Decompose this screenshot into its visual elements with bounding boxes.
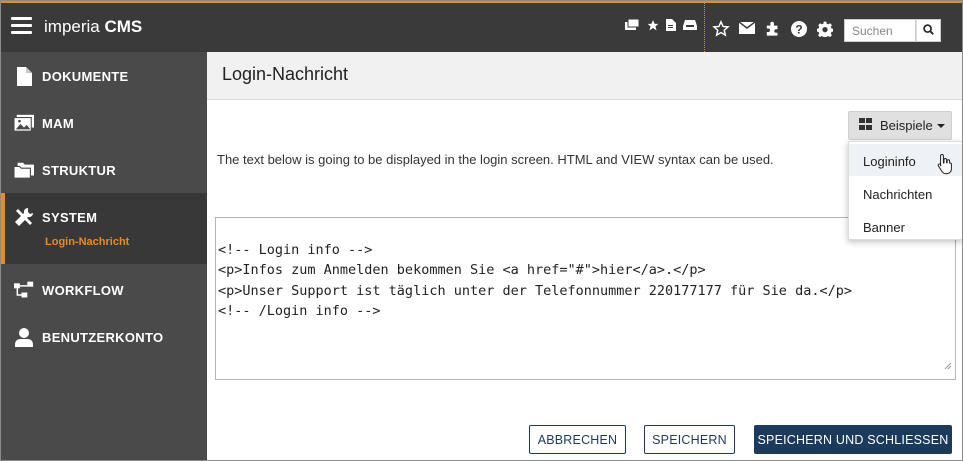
editor-line: <p>Infos zum Anmelden bekommen Sie <a hr… <box>218 262 706 279</box>
editor-line: <p>Unser Support ist täglich unter der T… <box>218 282 852 299</box>
sidebar-item-label: BENUTZERKONTO <box>42 330 164 345</box>
tools-icon <box>14 207 34 227</box>
menu-icon[interactable] <box>11 17 32 35</box>
document-icon <box>14 66 34 86</box>
user-icon <box>14 327 34 347</box>
sidebar-item-label: DOKUMENTE <box>42 69 129 84</box>
resize-handle-icon[interactable] <box>944 356 952 376</box>
sidebar-item-label: SYSTEM <box>42 210 98 225</box>
page-header: Login-Nachricht <box>207 52 962 100</box>
folders-icon[interactable] <box>625 19 639 31</box>
folder-icon <box>14 160 34 180</box>
description-text: The text below is going to be displayed … <box>217 152 774 167</box>
workflow-icon <box>14 280 34 300</box>
star-outline-icon[interactable] <box>712 20 730 37</box>
save-button[interactable]: SPEICHERN <box>644 425 735 454</box>
active-section-highlight <box>1 193 207 264</box>
examples-button-label: Beispiele <box>880 118 933 133</box>
cancel-button[interactable]: ABBRECHEN <box>529 425 626 454</box>
inbox-icon[interactable] <box>683 19 697 31</box>
examples-dropdown-button[interactable]: Beispiele <box>848 111 952 140</box>
image-icon <box>14 113 34 133</box>
search-button[interactable] <box>916 19 941 42</box>
save-and-close-button[interactable]: SPEICHERN UND SCHLIESSEN <box>754 425 952 454</box>
editor-line: <!-- Login info --> <box>218 242 373 258</box>
toolbar-divider <box>704 3 705 52</box>
page-title: Login-Nachricht <box>222 64 349 84</box>
sidebar-item-label: MAM <box>42 116 74 131</box>
brand-logo: imperia CMS <box>44 17 143 36</box>
sidebar-subitem-login-nachricht[interactable]: Login-Nachricht <box>45 236 129 248</box>
top-bar: imperia CMS ? Suchen <box>1 1 962 52</box>
dropdown-item-banner[interactable]: Banner <box>849 210 962 242</box>
chevron-down-icon <box>936 123 945 128</box>
star-filled-icon[interactable] <box>646 19 660 32</box>
app-window: imperia CMS ? Suchen DOKUMENTE MAM STRUK… <box>0 0 963 461</box>
dropdown-item-nachrichten[interactable]: Nachrichten <box>849 177 962 209</box>
search-icon <box>923 22 934 40</box>
puzzle-icon[interactable] <box>764 20 781 37</box>
hand-cursor-icon <box>937 153 953 180</box>
sidebar-item-label: STRUKTUR <box>42 163 116 178</box>
sidebar: DOKUMENTE MAM STRUKTUR SYSTEM Login-Nach… <box>1 52 207 460</box>
file-icon[interactable] <box>666 19 676 31</box>
sidebar-item-label: WORKFLOW <box>42 283 124 298</box>
gear-icon[interactable] <box>817 21 833 37</box>
message-editor[interactable]: <!-- Login info --> <p>Infos zum Anmelden… <box>215 217 956 380</box>
editor-line: <!-- /Login info --> <box>218 302 381 319</box>
help-icon[interactable]: ? <box>791 21 807 37</box>
grid-icon <box>859 118 872 133</box>
mail-icon[interactable] <box>739 22 755 34</box>
search-input[interactable]: Suchen <box>844 19 916 42</box>
svg-text:?: ? <box>795 23 802 37</box>
